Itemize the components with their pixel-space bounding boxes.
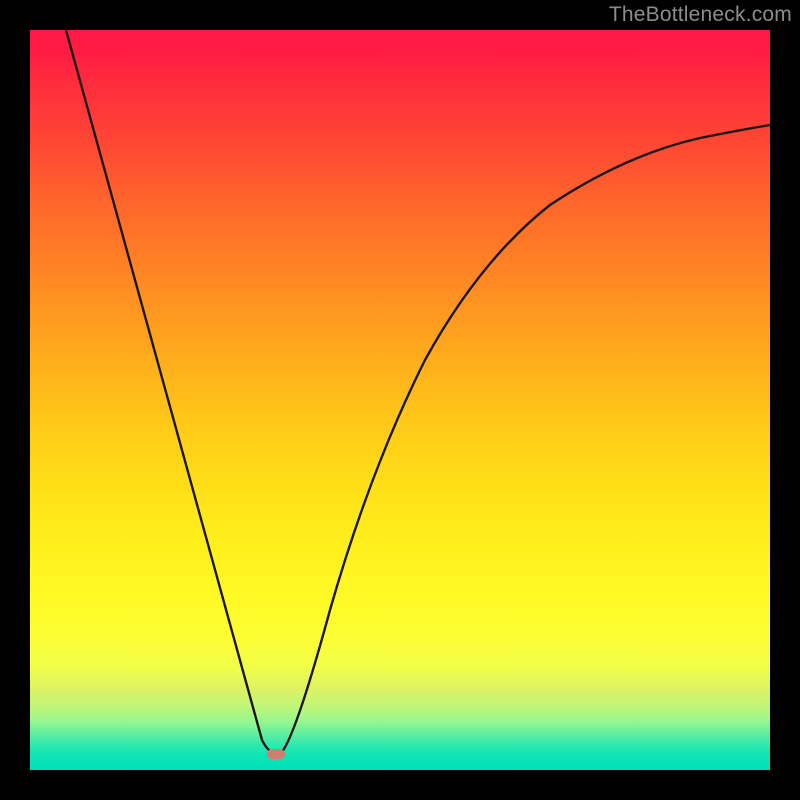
bottleneck-curve [66,30,770,754]
chart-frame: TheBottleneck.com [0,0,800,800]
watermark-text: TheBottleneck.com [609,3,792,27]
plot-area [30,30,770,770]
optimum-marker [267,749,285,759]
curve-layer [30,30,770,770]
